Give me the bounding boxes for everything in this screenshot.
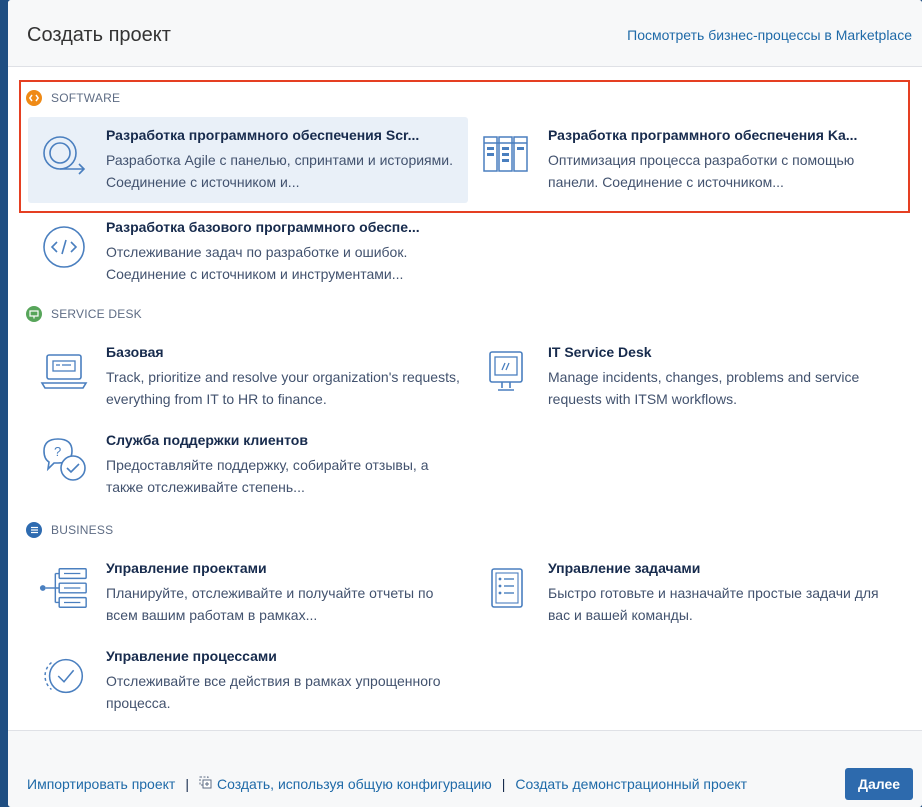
section-business-label: BUSINESS <box>51 523 114 537</box>
project-type-name: Служба поддержки клиентов <box>106 432 308 448</box>
project-types-list: SOFTWARE Разработка программного обеспеч… <box>8 68 922 730</box>
section-service-desk-label: SERVICE DESK <box>51 307 142 321</box>
section-service-desk-header: SERVICE DESK <box>26 306 142 322</box>
project-type-desc: Разработка Agile с панелью, спринтами и … <box>106 152 453 190</box>
kanban-board-icon <box>480 129 532 181</box>
project-type-desc: Планируйте, отслеживайте и получайте отч… <box>106 585 434 623</box>
section-business-header: BUSINESS <box>26 522 113 538</box>
project-type-process-management[interactable]: Управление процессами Отслеживайте все д… <box>28 638 468 724</box>
import-project-link[interactable]: Импортировать проект <box>27 776 175 792</box>
checklist-icon <box>480 562 532 614</box>
project-type-kanban[interactable]: Разработка программного обеспечения Ka..… <box>470 117 910 203</box>
project-type-name: Управление задачами <box>548 560 701 576</box>
marketplace-link[interactable]: Посмотреть бизнес-процессы в Marketplace <box>627 27 912 43</box>
project-type-name: Базовая <box>106 344 164 360</box>
project-type-basic-software[interactable]: Разработка базового программного обеспе.… <box>28 209 468 295</box>
section-software-header: SOFTWARE <box>26 90 120 106</box>
dialog-header: Создать проект Посмотреть бизнес-процесс… <box>8 0 922 67</box>
chat-bubbles-icon: ? <box>38 434 90 486</box>
project-tree-icon <box>38 562 90 614</box>
monitor-icon <box>26 306 42 322</box>
shared-config-icon <box>199 776 212 792</box>
project-type-desc: Отслеживание задач по разработке и ошибо… <box>106 244 408 282</box>
project-type-desc: Отслеживайте все действия в рамках упрощ… <box>106 673 441 711</box>
dialog-title: Создать проект <box>27 24 171 46</box>
project-type-name: Разработка программного обеспечения Scr.… <box>106 127 420 143</box>
project-type-it-service-desk[interactable]: IT Service Desk Manage incidents, change… <box>470 334 910 420</box>
demo-project-link[interactable]: Создать демонстрационный проект <box>515 776 747 792</box>
project-type-desc: Предоставляйте поддержку, собирайте отзы… <box>106 457 429 495</box>
code-circle-icon <box>38 221 90 273</box>
next-button[interactable]: Далее <box>845 768 913 800</box>
project-type-basic-service[interactable]: Базовая Track, prioritize and resolve yo… <box>28 334 468 420</box>
project-type-customer-service[interactable]: ? Служба поддержки клиентов Предоставляй… <box>28 422 468 508</box>
project-type-desc: Оптимизация процесса разработки с помощь… <box>548 152 855 190</box>
laptop-icon <box>38 346 90 398</box>
create-project-dialog: Создать проект Посмотреть бизнес-процесс… <box>8 0 922 807</box>
project-type-desc: Manage incidents, changes, problems and … <box>548 369 860 407</box>
process-check-icon <box>38 650 90 702</box>
project-type-name: Управление проектами <box>106 560 267 576</box>
project-type-name: Управление процессами <box>106 648 277 664</box>
separator: | <box>185 776 189 792</box>
project-type-name: Разработка программного обеспечения Ka..… <box>548 127 858 143</box>
list-icon <box>26 522 42 538</box>
svg-text:?: ? <box>54 444 61 459</box>
project-type-task-management[interactable]: Управление задачами Быстро готовьте и на… <box>470 550 910 636</box>
shared-config-link[interactable]: Создать, используя общую конфигурацию <box>217 776 492 792</box>
scrum-cycle-icon <box>38 129 90 181</box>
project-type-desc: Быстро готовьте и назначайте простые зад… <box>548 585 879 623</box>
section-software-label: SOFTWARE <box>51 91 121 105</box>
project-type-desc: Track, prioritize and resolve your organ… <box>106 369 460 407</box>
dialog-footer: Импортировать проект | Создать, использу… <box>8 730 922 807</box>
project-type-name: IT Service Desk <box>548 344 652 360</box>
separator: | <box>501 776 506 792</box>
project-type-name: Разработка базового программного обеспе.… <box>106 219 420 235</box>
project-type-scrum[interactable]: Разработка программного обеспечения Scr.… <box>28 117 468 203</box>
project-type-project-management[interactable]: Управление проектами Планируйте, отслежи… <box>28 550 468 636</box>
footer-links: Импортировать проект | Создать, использу… <box>27 776 747 792</box>
monitor-icon <box>480 346 532 398</box>
code-icon <box>26 90 42 106</box>
